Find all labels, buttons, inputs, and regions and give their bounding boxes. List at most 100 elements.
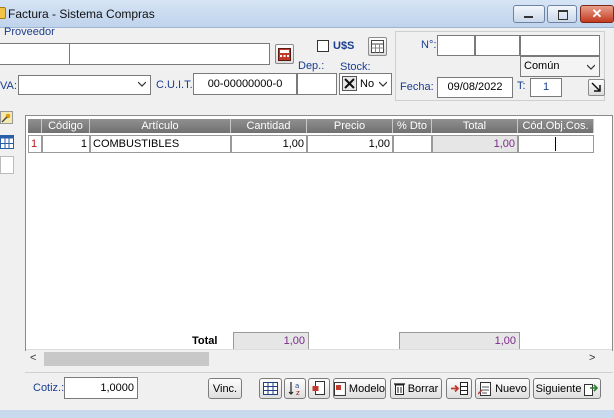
table-row[interactable]: 1 1 COMBUSTIBLES 1,00 1,00 1,00 bbox=[28, 135, 594, 153]
column-header-codigo[interactable]: Código bbox=[42, 119, 90, 133]
modelo-button[interactable]: Modelo bbox=[333, 378, 386, 399]
total-field: 1,00 bbox=[399, 332, 520, 350]
grid-view-button[interactable] bbox=[259, 378, 282, 399]
new-doc-icon bbox=[478, 381, 492, 396]
cuit-label: C.U.I.T.: bbox=[156, 79, 196, 91]
table-icon bbox=[0, 135, 14, 149]
status-strip bbox=[0, 410, 614, 418]
sort-az-icon: a z bbox=[288, 382, 300, 396]
proveedor-code-input[interactable] bbox=[0, 43, 70, 65]
siguiente-label: Siguiente bbox=[535, 382, 582, 395]
add-row-button[interactable] bbox=[446, 378, 472, 399]
proveedor-search-button[interactable] bbox=[275, 44, 294, 64]
close-button[interactable]: ✕ bbox=[580, 5, 614, 23]
stock-toggle[interactable] bbox=[342, 76, 357, 91]
t-label: T: bbox=[517, 80, 526, 92]
column-header-precio[interactable]: Precio bbox=[307, 119, 393, 133]
borrar-button[interactable]: Borrar bbox=[390, 378, 442, 399]
insert-doc-icon bbox=[312, 381, 325, 395]
numero-punto-input[interactable] bbox=[475, 35, 520, 56]
wand-icon bbox=[1, 113, 11, 123]
text-cursor bbox=[555, 137, 556, 151]
total-label: Total bbox=[192, 335, 218, 347]
next-icon bbox=[584, 383, 599, 396]
cotiz-label: Cotiz.: bbox=[33, 382, 65, 394]
scroll-thumb[interactable] bbox=[44, 352, 209, 366]
items-grid: Código Artículo Cantidad Precio % Dto To… bbox=[25, 115, 613, 351]
cell-cantidad[interactable]: 1,00 bbox=[231, 135, 307, 153]
fecha-input[interactable]: 09/08/2022 bbox=[437, 77, 513, 98]
maximize-icon bbox=[558, 10, 568, 20]
cotiz-input[interactable]: 1,0000 bbox=[64, 377, 138, 399]
calendar-button[interactable] bbox=[368, 37, 387, 56]
nuevo-label: Nuevo bbox=[495, 382, 527, 395]
column-header-cod-obj-cos[interactable]: Cód.Obj.Cos. bbox=[518, 119, 594, 133]
window-title: Factura - Sistema Compras bbox=[8, 7, 155, 21]
fecha-label: Fecha: bbox=[400, 81, 434, 93]
app-icon bbox=[0, 7, 6, 19]
grid-header-corner bbox=[28, 119, 42, 133]
row-number: 1 bbox=[28, 135, 42, 153]
dep-label: Dep.: bbox=[298, 60, 325, 72]
vinc-button[interactable]: Vinc. bbox=[208, 378, 242, 399]
column-header-articulo[interactable]: Artículo bbox=[90, 119, 231, 133]
cell-dto[interactable] bbox=[393, 135, 432, 153]
grid-icon bbox=[263, 382, 278, 395]
cell-total: 1,00 bbox=[432, 135, 518, 153]
grid-calendar-icon bbox=[371, 40, 384, 53]
cell-cod-obj-cos[interactable] bbox=[518, 135, 594, 153]
calculator-icon bbox=[278, 47, 291, 61]
cantidad-total-field: 1,00 bbox=[233, 332, 309, 350]
close-icon: ✕ bbox=[591, 6, 603, 21]
column-header-dto[interactable]: % Dto bbox=[393, 119, 432, 133]
insert-row-icon bbox=[450, 382, 468, 395]
tipo-select[interactable]: Común bbox=[520, 56, 600, 77]
cell-articulo[interactable]: COMBUSTIBLES bbox=[90, 135, 231, 153]
arrow-down-right-icon bbox=[591, 82, 601, 92]
dep-input[interactable] bbox=[297, 73, 337, 95]
chevron-down-icon bbox=[379, 81, 387, 87]
stock-select[interactable]: No bbox=[339, 73, 392, 95]
chevron-down-icon bbox=[138, 81, 146, 87]
horizontal-scrollbar[interactable]: < > bbox=[26, 349, 612, 367]
modelo-label: Modelo bbox=[348, 382, 385, 395]
side-table-button[interactable] bbox=[0, 135, 14, 149]
column-header-cantidad[interactable]: Cantidad bbox=[231, 119, 307, 133]
minimize-icon bbox=[524, 16, 533, 18]
numero-letra-input[interactable] bbox=[437, 35, 475, 56]
t-input[interactable]: 1 bbox=[530, 78, 562, 97]
print-settings-button[interactable] bbox=[588, 79, 605, 96]
borrar-label: Borrar bbox=[407, 382, 439, 395]
iva-label: VA: bbox=[0, 80, 17, 92]
cell-precio[interactable]: 1,00 bbox=[307, 135, 393, 153]
grid-header-row: Código Artículo Cantidad Precio % Dto To… bbox=[28, 119, 594, 133]
minimize-button[interactable] bbox=[513, 5, 545, 23]
x-mark-icon bbox=[344, 78, 355, 89]
numero-label: N°: bbox=[421, 39, 437, 51]
maximize-button[interactable] bbox=[547, 5, 577, 23]
numero-comprobante-input[interactable] bbox=[520, 35, 600, 56]
chevron-down-icon bbox=[587, 64, 595, 70]
proveedor-label: Proveedor bbox=[4, 26, 55, 38]
footer-divider bbox=[25, 372, 613, 373]
nuevo-button[interactable]: Nuevo bbox=[475, 378, 530, 399]
usd-checkbox[interactable] bbox=[317, 40, 329, 52]
cuit-input[interactable]: 00-00000000-0 bbox=[193, 73, 297, 95]
insert-row-button[interactable] bbox=[308, 378, 330, 399]
sort-button[interactable]: a z bbox=[284, 378, 306, 399]
usd-label: U$S bbox=[333, 40, 355, 52]
scroll-right-icon[interactable]: > bbox=[589, 352, 595, 364]
column-header-total[interactable]: Total bbox=[432, 119, 518, 133]
iva-select[interactable] bbox=[18, 75, 151, 95]
tipo-value: Común bbox=[524, 60, 560, 72]
siguiente-button[interactable]: Siguiente bbox=[533, 378, 601, 399]
title-bar: Factura - Sistema Compras ✕ bbox=[0, 0, 614, 28]
scroll-left-icon[interactable]: < bbox=[30, 352, 36, 364]
side-tool-button[interactable] bbox=[0, 111, 13, 124]
svg-text:z: z bbox=[296, 389, 300, 396]
side-blank-panel bbox=[0, 156, 14, 174]
trash-icon bbox=[393, 383, 405, 395]
proveedor-name-input[interactable] bbox=[69, 43, 270, 65]
cell-codigo[interactable]: 1 bbox=[42, 135, 90, 153]
vinc-label: Vinc. bbox=[212, 382, 238, 395]
